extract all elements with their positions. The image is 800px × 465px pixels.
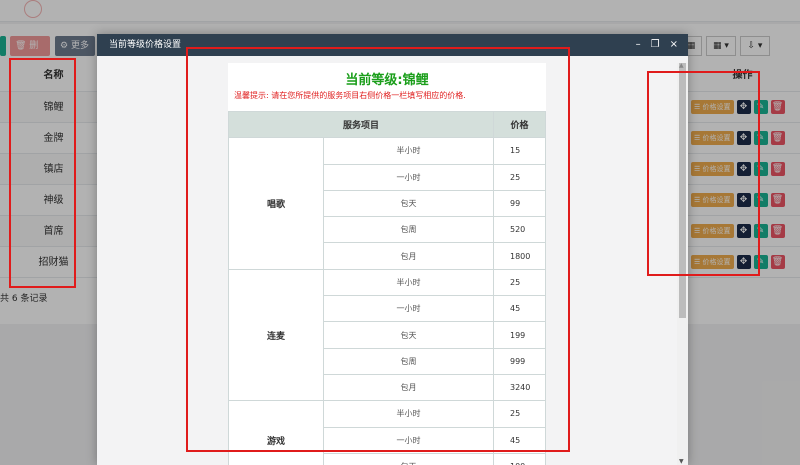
dialog-controls: – ❐ × [636, 34, 678, 56]
service-group-name: 游戏 [228, 400, 324, 465]
price-input[interactable]: 99 [493, 189, 546, 218]
price-settings-dialog: 当前等级价格设置 – ❐ × 当前等级:锦鲤 温馨提示: 请在您所提供的服务项目… [97, 34, 688, 465]
service-group-name: 连麦 [228, 268, 324, 402]
price-row: 游戏 半小时 25 [228, 400, 546, 465]
price-input[interactable]: 199 [493, 321, 546, 349]
scroll-up-icon[interactable]: ▲ [679, 62, 684, 69]
price-input[interactable]: 25 [493, 400, 546, 428]
price-table: 服务项目 价格 唱歌 半小时 15 一小时 25 包天 99 包周 520 包月 1800 连麦 半小时… [228, 110, 546, 465]
price-input[interactable]: 999 [493, 347, 546, 375]
service-item-label: 一小时 [323, 163, 494, 191]
service-item-label: 包天 [323, 189, 494, 218]
price-sheet: 当前等级:锦鲤 温馨提示: 请在您所提供的服务项目右侧价格一栏填写相应的价格. … [228, 63, 546, 465]
service-item-label: 包月 [323, 242, 494, 270]
price-input[interactable]: 3240 [493, 373, 546, 402]
price-input[interactable]: 45 [493, 295, 546, 323]
price-input[interactable]: 100 [493, 452, 546, 465]
price-row: 连麦 半小时 25 [228, 268, 546, 402]
price-input[interactable]: 520 [493, 216, 546, 244]
minimize-icon[interactable]: – [636, 34, 641, 56]
service-item-label: 包周 [323, 347, 494, 375]
maximize-icon[interactable]: ❐ [651, 34, 660, 56]
dialog-title-bar[interactable]: 当前等级价格设置 – ❐ × [97, 34, 688, 56]
service-group-name: 唱歌 [228, 137, 324, 270]
service-item-label: 包天 [323, 452, 494, 465]
service-item-label: 半小时 [323, 137, 494, 165]
service-item-label: 一小时 [323, 295, 494, 323]
service-item-label: 一小时 [323, 426, 494, 454]
dialog-scrollbar[interactable]: ▲ ▼ [677, 62, 688, 465]
service-item-label: 包月 [323, 373, 494, 402]
sheet-tip: 温馨提示: 请在您所提供的服务项目右侧价格一栏填写相应的价格. [234, 91, 466, 100]
dialog-body: 当前等级:锦鲤 温馨提示: 请在您所提供的服务项目右侧价格一栏填写相应的价格. … [97, 56, 688, 465]
sheet-title: 当前等级:锦鲤 [345, 73, 429, 88]
close-icon[interactable]: × [670, 34, 678, 56]
price-input[interactable]: 1800 [493, 242, 546, 270]
price-input[interactable]: 45 [493, 426, 546, 454]
price-input[interactable]: 15 [493, 137, 546, 165]
service-item-label: 半小时 [323, 400, 494, 428]
price-header: 价格 [493, 110, 546, 139]
service-header: 服务项目 [228, 110, 494, 139]
service-item-label: 半小时 [323, 268, 494, 297]
price-input[interactable]: 25 [493, 163, 546, 191]
scrollbar-thumb[interactable] [679, 63, 686, 318]
price-row: 唱歌 半小时 15 [228, 137, 546, 270]
service-item-label: 包天 [323, 321, 494, 349]
price-input[interactable]: 25 [493, 268, 546, 297]
dialog-title: 当前等级价格设置 [109, 40, 182, 50]
service-item-label: 包周 [323, 216, 494, 244]
scroll-down-icon[interactable]: ▼ [679, 458, 684, 465]
